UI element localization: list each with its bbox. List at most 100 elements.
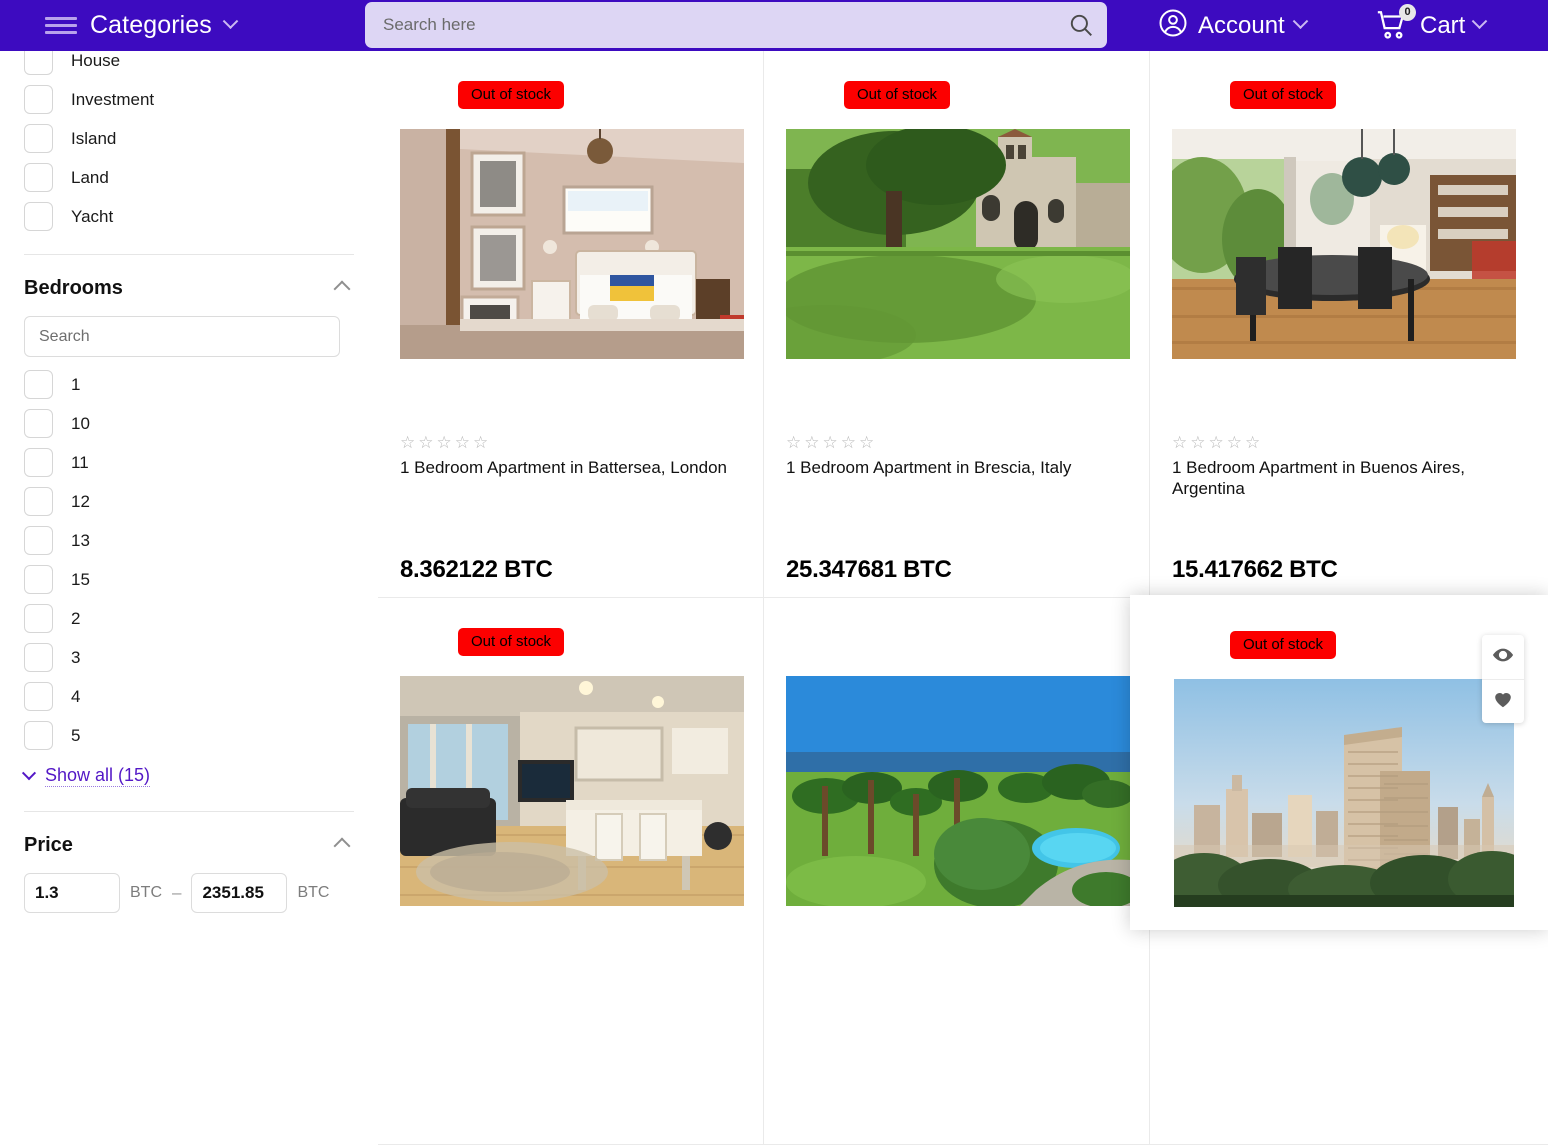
wishlist-button[interactable] [1482, 679, 1524, 723]
cart-button[interactable]: 0 Cart [1375, 0, 1488, 51]
section-title: Price [24, 834, 73, 856]
show-all-label: Show all (15) [45, 765, 151, 787]
product-image-city-tower[interactable] [1174, 679, 1514, 907]
filter-label: 2 [71, 608, 81, 628]
quick-view-button[interactable] [1482, 635, 1524, 679]
filter-label: 15 [71, 569, 90, 589]
search-icon[interactable] [1055, 12, 1107, 38]
filter-bedrooms-15[interactable]: 15 [24, 560, 354, 599]
rating-stars: ☆☆☆☆☆ [400, 433, 492, 452]
shopping-cart-icon: 0 [1375, 3, 1416, 44]
filter-label: 5 [71, 725, 81, 745]
checkbox[interactable] [24, 682, 53, 711]
product-card[interactable]: Out of stock [378, 598, 764, 1145]
filter-bedrooms-12[interactable]: 12 [24, 482, 354, 521]
checkbox[interactable] [24, 85, 53, 114]
product-title[interactable]: 1 Bedroom Apartment in Battersea, London [400, 457, 752, 478]
checkbox[interactable] [24, 487, 53, 516]
cart-label: Cart [1420, 11, 1466, 39]
checkbox[interactable] [24, 448, 53, 477]
product-card[interactable]: Out of stock [1150, 51, 1548, 598]
top-header: Categories Account 0 Cart [0, 0, 1548, 51]
checkbox[interactable] [24, 643, 53, 672]
checkbox[interactable] [24, 163, 53, 192]
filter-bedrooms-4[interactable]: 4 [24, 677, 354, 716]
filter-label: 4 [71, 686, 81, 706]
product-image-castle-lawn[interactable] [786, 129, 1130, 359]
categories-label: Categories [90, 11, 212, 39]
product-image-palm-garden-pool[interactable] [786, 676, 1130, 906]
filter-category-house[interactable]: House [24, 51, 354, 80]
filter-label: House [71, 51, 121, 70]
categories-menu-button[interactable]: Categories [45, 11, 239, 40]
price-max-unit: BTC [297, 884, 330, 901]
checkbox[interactable] [24, 202, 53, 231]
price-min-unit: BTC [130, 884, 162, 901]
checkbox[interactable] [24, 51, 53, 75]
chevron-down-icon [222, 13, 239, 30]
show-all-bedrooms-link[interactable]: Show all (15) [21, 765, 354, 787]
chevron-up-icon[interactable] [333, 280, 351, 297]
section-title: Bedrooms [24, 277, 123, 299]
search-input[interactable] [365, 15, 1055, 35]
product-price: 15.417662 BTC [1172, 556, 1338, 583]
status-badge: Out of stock [844, 81, 951, 109]
product-quick-actions [1482, 635, 1524, 723]
price-max-input[interactable] [191, 873, 288, 913]
product-price: 25.347681 BTC [786, 556, 952, 583]
price-min-input[interactable] [24, 873, 120, 913]
filter-label: 13 [71, 530, 90, 550]
checkbox[interactable] [24, 604, 53, 633]
filter-label: 1 [71, 374, 81, 394]
product-title[interactable]: 1 Bedroom Apartment in Brescia, Italy [786, 457, 1138, 478]
price-section-header[interactable]: Price [24, 834, 354, 857]
product-card-hover-overlay[interactable]: Out of stock [1130, 595, 1548, 930]
filter-category-island[interactable]: Island [24, 119, 354, 158]
filter-label: Yacht [71, 206, 114, 226]
checkbox[interactable] [24, 526, 53, 555]
checkbox[interactable] [24, 721, 53, 750]
account-menu-button[interactable]: Account [1158, 0, 1308, 51]
filter-bedrooms-3[interactable]: 3 [24, 638, 354, 677]
chevron-down-icon [21, 766, 37, 781]
checkbox[interactable] [24, 409, 53, 438]
filter-category-investment[interactable]: Investment [24, 80, 354, 119]
status-badge: Out of stock [458, 81, 565, 109]
product-image-dining-room[interactable] [1172, 129, 1516, 359]
bedrooms-section-header[interactable]: Bedrooms [24, 277, 354, 300]
chevron-up-icon[interactable] [333, 837, 351, 854]
price-range-separator: – [172, 883, 182, 902]
price-range-row: BTC – BTC [24, 873, 354, 913]
filter-bedrooms-13[interactable]: 13 [24, 521, 354, 560]
bedrooms-search-input[interactable] [24, 316, 340, 357]
filter-label: Land [71, 167, 109, 187]
divider [24, 254, 354, 255]
user-circle-icon [1158, 8, 1188, 43]
filter-category-yacht[interactable]: Yacht [24, 197, 354, 236]
filter-category-land[interactable]: Land [24, 158, 354, 197]
filter-bedrooms-1[interactable]: 1 [24, 365, 354, 404]
status-badge: Out of stock [458, 628, 565, 656]
product-image-bedroom-interior[interactable] [400, 129, 744, 359]
product-card[interactable]: Out of stock [764, 51, 1150, 598]
checkbox[interactable] [24, 565, 53, 594]
product-image-living-room[interactable] [400, 676, 744, 906]
product-card[interactable]: Out of stock [378, 51, 764, 598]
checkbox[interactable] [24, 370, 53, 399]
status-badge: Out of stock [1230, 81, 1337, 109]
filter-bedrooms-5[interactable]: 5 [24, 716, 354, 755]
rating-stars: ☆☆☆☆☆ [1172, 433, 1264, 452]
filter-label: 3 [71, 647, 81, 667]
filter-bedrooms-11[interactable]: 11 [24, 443, 354, 482]
filter-label: Investment [71, 89, 155, 109]
filter-label: 12 [71, 491, 90, 511]
product-price: 8.362122 BTC [400, 556, 553, 583]
filter-bedrooms-10[interactable]: 10 [24, 404, 354, 443]
product-title[interactable]: 1 Bedroom Apartment in Buenos Aires, Arg… [1172, 457, 1524, 499]
global-search[interactable] [365, 2, 1107, 48]
status-badge: Out of stock [1230, 631, 1337, 659]
checkbox[interactable] [24, 124, 53, 153]
product-card[interactable] [764, 598, 1150, 1145]
rating-stars: ☆☆☆☆☆ [786, 433, 878, 452]
filter-bedrooms-2[interactable]: 2 [24, 599, 354, 638]
